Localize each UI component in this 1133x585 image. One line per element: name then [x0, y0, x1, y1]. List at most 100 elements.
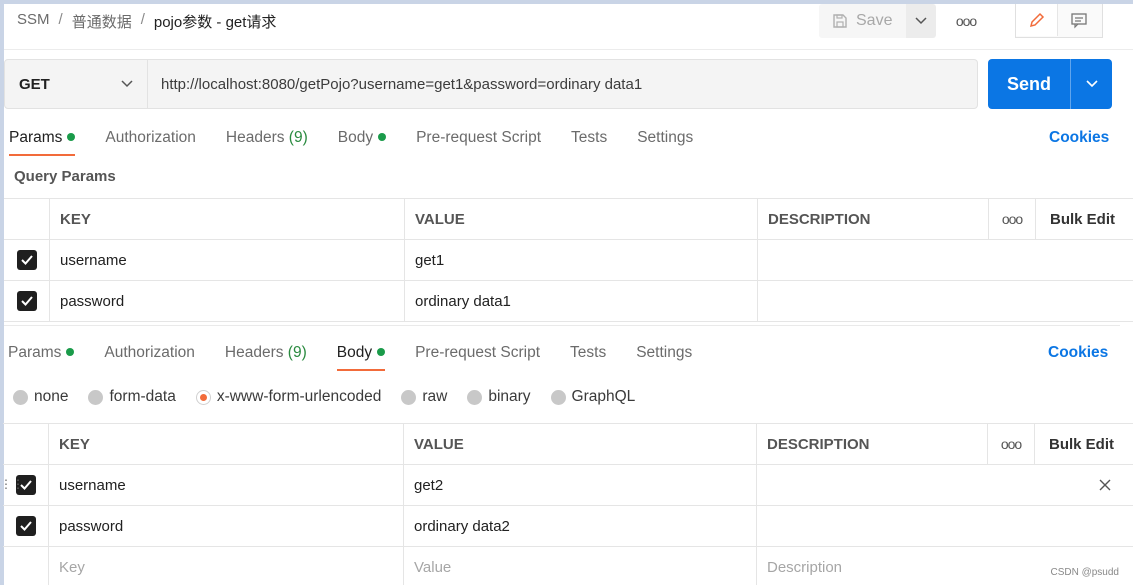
value-cell[interactable]: get2 — [404, 465, 757, 505]
send-button-group: Send — [988, 59, 1112, 109]
url-bar: GET http://localhost:8080/getPojo?userna… — [4, 59, 978, 109]
key-cell[interactable]: username — [49, 465, 404, 505]
close-icon[interactable] — [1099, 479, 1111, 491]
body-type-raw[interactable]: raw — [401, 388, 447, 406]
radio-button-selected[interactable] — [195, 389, 211, 405]
tab-authorization[interactable]: Authorization — [105, 129, 195, 156]
radio-label: x-www-form-urlencoded — [216, 388, 382, 405]
chevron-down-icon — [1085, 80, 1098, 88]
column-options-button[interactable]: ooo — [988, 424, 1035, 464]
table-row: username get2 — [3, 465, 1133, 506]
description-cell[interactable] — [757, 465, 1123, 505]
tab-tests[interactable]: Tests — [570, 344, 606, 371]
value-cell[interactable]: ordinary data2 — [404, 506, 757, 546]
bulk-edit-button[interactable]: Bulk Edit — [1036, 199, 1133, 239]
url-input[interactable]: http://localhost:8080/getPojo?username=g… — [148, 60, 642, 108]
active-indicator-dot — [66, 348, 75, 356]
description-cell[interactable] — [757, 506, 1123, 546]
description-input[interactable]: Description — [757, 547, 1123, 585]
save-label: Save — [856, 12, 893, 29]
bulk-edit-button[interactable]: Bulk Edit — [1035, 424, 1133, 464]
tab-params[interactable]: Params — [9, 129, 76, 156]
description-cell[interactable] — [758, 240, 1124, 280]
edit-docs-button[interactable] — [1016, 4, 1058, 36]
radio-button[interactable] — [550, 389, 566, 405]
key-input[interactable]: Key — [49, 547, 404, 585]
row-checkbox[interactable] — [15, 516, 36, 536]
breadcrumb-folder[interactable]: 普通数据 — [72, 11, 132, 32]
breadcrumb-collection[interactable]: SSM — [17, 11, 50, 32]
tab-body[interactable]: Body — [337, 129, 387, 156]
check-icon — [20, 255, 33, 265]
body-type-selector: none form-data x-www-form-urlencoded raw… — [13, 388, 655, 406]
comment-icon — [1071, 13, 1087, 29]
more-actions-button[interactable]: ooo — [954, 10, 978, 32]
side-panel-toggles — [1015, 4, 1103, 38]
body-type-none[interactable]: none — [13, 388, 68, 406]
body-type-form-data[interactable]: form-data — [88, 388, 176, 406]
tab-tests[interactable]: Tests — [571, 129, 607, 156]
pencil-icon — [1029, 12, 1044, 28]
tab-pre-request-script[interactable]: Pre-request Script — [416, 129, 541, 156]
tab-headers[interactable]: Headers (9) — [225, 344, 307, 371]
comments-button[interactable] — [1058, 4, 1100, 36]
table-header-row: KEY VALUE DESCRIPTION ooo Bulk Edit — [4, 199, 1133, 240]
value-input[interactable]: Value — [404, 547, 757, 585]
radio-label: form-data — [109, 388, 176, 405]
body-type-urlencoded[interactable]: x-www-form-urlencoded — [195, 388, 382, 406]
radio-button[interactable] — [467, 389, 483, 405]
header-checkbox-cell — [4, 199, 50, 239]
row-checkbox[interactable] — [16, 250, 37, 270]
table-row-new: Key Value Description — [3, 547, 1133, 585]
tab-authorization[interactable]: Authorization — [104, 344, 194, 371]
tab-pre-request-script[interactable]: Pre-request Script — [415, 344, 540, 371]
breadcrumb-request[interactable]: pojo参数 - get请求 — [154, 11, 277, 32]
row-checkbox[interactable] — [16, 291, 37, 311]
radio-button[interactable] — [13, 389, 28, 405]
request-header: SSM / 普通数据 / pojo参数 - get请求 Save ooo — [4, 4, 1133, 50]
row-checkbox-cell — [4, 240, 50, 280]
tab-label: Body — [337, 129, 374, 146]
column-header-key: KEY — [50, 199, 405, 239]
check-icon — [19, 521, 32, 531]
headers-count: (9) — [287, 344, 307, 361]
key-cell[interactable]: password — [49, 506, 404, 546]
chevron-down-icon — [915, 17, 927, 25]
body-params-table: KEY VALUE DESCRIPTION ooo Bulk Edit user… — [3, 423, 1133, 585]
method-select[interactable]: GET — [5, 60, 148, 108]
tab-label: Body — [336, 344, 373, 361]
radio-label: binary — [488, 388, 531, 405]
radio-button[interactable] — [88, 389, 104, 405]
column-options-button[interactable]: ooo — [989, 199, 1036, 239]
body-type-graphql[interactable]: GraphQL — [550, 388, 635, 406]
description-cell[interactable] — [758, 281, 1124, 321]
drag-handle-icon[interactable]: ⋮⋮ — [0, 477, 24, 491]
cookies-link[interactable]: Cookies — [1049, 129, 1109, 147]
active-indicator-dot — [377, 348, 386, 356]
send-button[interactable]: Send — [988, 59, 1071, 109]
column-header-description: DESCRIPTION — [758, 199, 989, 239]
save-button[interactable]: Save — [819, 4, 906, 38]
cookies-link[interactable]: Cookies — [1048, 344, 1108, 362]
tab-label: Params — [9, 129, 63, 146]
save-options-button[interactable] — [906, 4, 936, 38]
table-row: password ordinary data1 — [4, 281, 1133, 322]
tab-body[interactable]: Body — [336, 344, 386, 371]
section-divider — [4, 325, 1120, 326]
breadcrumb-separator: / — [140, 11, 145, 28]
key-cell[interactable]: username — [50, 240, 405, 280]
header-checkbox-cell — [3, 424, 49, 464]
radio-button[interactable] — [401, 389, 417, 405]
body-type-binary[interactable]: binary — [467, 388, 531, 406]
save-icon — [833, 14, 847, 28]
value-cell[interactable]: get1 — [405, 240, 758, 280]
tab-params[interactable]: Params — [8, 344, 75, 371]
table-row: password ordinary data2 — [3, 506, 1133, 547]
tab-settings[interactable]: Settings — [636, 344, 692, 371]
tab-settings[interactable]: Settings — [637, 129, 693, 156]
key-cell[interactable]: password — [50, 281, 405, 321]
value-cell[interactable]: ordinary data1 — [405, 281, 758, 321]
tab-headers[interactable]: Headers (9) — [226, 129, 308, 156]
watermark: CSDN @psudd — [1050, 567, 1119, 578]
send-options-button[interactable] — [1071, 59, 1112, 109]
